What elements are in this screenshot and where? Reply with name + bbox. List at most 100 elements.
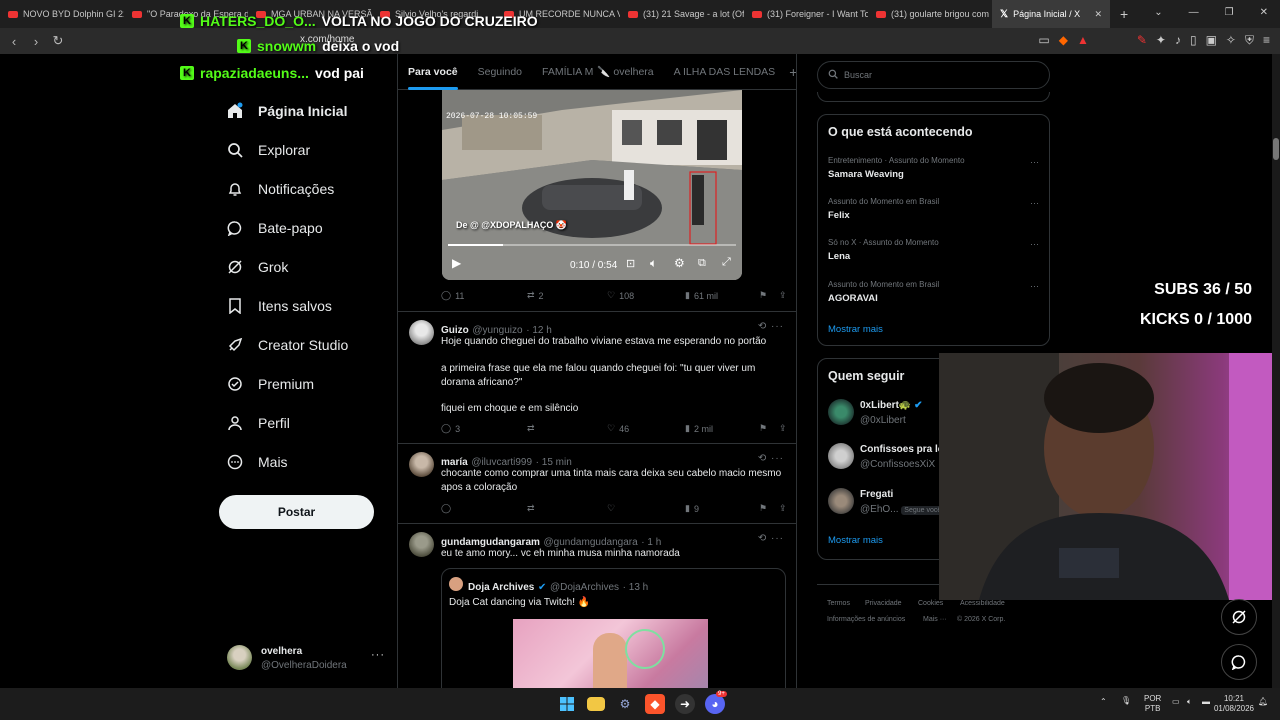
tweet-more-icon[interactable]: ⟲ ··· <box>758 321 784 332</box>
nav-item-bookmarks[interactable]: Itens salvos <box>226 297 332 315</box>
more-icon[interactable]: ··· <box>1030 281 1039 291</box>
more-icon[interactable]: ··· <box>1030 157 1039 167</box>
reply-button[interactable]: ◯ 3 <box>441 423 527 434</box>
like-button[interactable]: ♡ <box>607 503 685 514</box>
vpn-icon[interactable]: ⛨ <box>1245 33 1254 48</box>
show-more-trends-link[interactable]: Mostrar mais <box>828 324 883 335</box>
more-icon[interactable]: ··· <box>1030 198 1039 208</box>
sidebar-icon[interactable]: ▯ <box>1190 33 1197 48</box>
minimize-icon[interactable]: — <box>1189 7 1199 18</box>
bookmark-button[interactable]: ⚑ <box>759 503 779 514</box>
views-button[interactable]: ▮ 2 mil <box>685 423 759 434</box>
repost-button[interactable]: ⇄ 2 <box>527 290 607 301</box>
pip-icon[interactable]: ⧉ <box>698 257 706 270</box>
wallet-icon[interactable]: ▣ <box>1206 33 1217 48</box>
tweet-more-icon[interactable]: ⟲ ··· <box>758 533 784 544</box>
captions-icon[interactable]: ⊡ <box>626 257 635 270</box>
back-icon[interactable]: ‹ <box>3 34 25 49</box>
nav-item-home[interactable]: Página Inicial <box>226 102 347 120</box>
tweet-more-icon[interactable]: ⟲ ··· <box>758 453 784 464</box>
grok-float-icon[interactable] <box>1221 599 1257 635</box>
tab-list-ovelhera[interactable]: 🔪 ovelhera <box>593 54 663 90</box>
clock[interactable]: 10:21 01/08/2026 <box>1209 694 1259 714</box>
reload-icon[interactable]: ↻ <box>47 33 69 49</box>
tab-list-familia[interactable]: FAMÍLIA M <box>532 54 593 90</box>
file-explorer-icon[interactable] <box>587 697 605 711</box>
close-window-icon[interactable]: ✕ <box>1260 7 1268 18</box>
network-icon[interactable]: ▭ <box>1172 697 1180 707</box>
brave-browser-icon[interactable]: ◆ <box>645 694 665 714</box>
more-icon[interactable]: ··· <box>1030 239 1039 249</box>
tab-list-ilha[interactable]: A ILHA DAS LENDAS <box>664 54 786 90</box>
new-tab-icon[interactable]: + <box>1120 6 1128 22</box>
forward-icon[interactable]: › <box>25 34 47 49</box>
reply-button[interactable]: ◯ 11 <box>441 290 527 301</box>
nav-item-explore[interactable]: Explorar <box>226 141 310 159</box>
bookmark-button[interactable]: ⚑ <box>759 290 779 301</box>
footer-link[interactable]: Mais ··· <box>923 616 947 623</box>
footer-link[interactable]: Termos <box>827 600 850 607</box>
steam-icon[interactable]: ⚙ <box>615 694 635 714</box>
fullscreen-icon[interactable]: ⤢ <box>722 256 731 269</box>
add-tab-icon[interactable]: + <box>785 54 796 90</box>
nav-item-more[interactable]: Mais <box>226 453 288 471</box>
maximize-icon[interactable]: ❐ <box>1225 7 1234 18</box>
volume-icon[interactable]: 🔈︎ <box>1187 697 1192 707</box>
share-icon[interactable]: ⇪ <box>779 290 787 301</box>
brave-rewards-icon[interactable]: ▲ <box>1077 33 1089 48</box>
cast-icon[interactable]: ▭ <box>1038 33 1049 48</box>
windows-start-icon[interactable] <box>557 694 577 714</box>
search-input[interactable]: Buscar <box>817 61 1050 89</box>
video-player[interactable]: 2026-07-28 10:05:59 De @ @XDOPALHAÇO 🤡 ▶… <box>442 90 742 280</box>
footer-link[interactable]: Informações de anúncios <box>827 616 905 623</box>
browser-tab[interactable]: (31) goularte brigou com <box>868 0 992 28</box>
quoted-tweet[interactable]: Doja Archives ✔ @DojaArchives · 13 h Doj… <box>441 568 786 688</box>
settings-icon[interactable]: ⚙ <box>674 256 685 270</box>
post-button[interactable]: Postar <box>219 495 374 529</box>
page-scrollbar[interactable] <box>1272 54 1280 688</box>
app-icon[interactable]: ➜ <box>675 694 695 714</box>
account-switcher[interactable]: ovelhera @OvelheraDoidera ··· <box>227 645 387 673</box>
tab-following[interactable]: Seguindo <box>468 54 532 90</box>
share-icon[interactable]: ⇪ <box>779 423 787 434</box>
quote-media[interactable] <box>513 619 708 688</box>
browser-tab-active[interactable]: 𝕏 Página Inicial / X ✕ <box>992 0 1110 28</box>
puzzle-icon[interactable]: ✦ <box>1156 33 1166 48</box>
browser-tab[interactable]: NOVO BYD Dolphin GI 21 <box>0 0 124 28</box>
views-button[interactable]: ▮ 61 mil <box>685 290 759 301</box>
nav-item-chat[interactable]: Bate-papo <box>226 219 323 237</box>
pen-extension-icon[interactable]: ✎ <box>1137 33 1147 48</box>
bookmark-button[interactable]: ⚑ <box>759 423 779 434</box>
tray-expand-icon[interactable]: ⌃ <box>1100 697 1107 707</box>
music-icon[interactable]: ♪ <box>1175 33 1181 48</box>
repost-button[interactable]: ⇄ <box>527 423 607 434</box>
scroll-thumb[interactable] <box>1273 138 1279 160</box>
notifications-icon[interactable]: 🔔︎ <box>1258 697 1268 707</box>
reply-button[interactable]: ◯ <box>441 503 527 514</box>
like-button[interactable]: ♡ 46 <box>607 423 685 434</box>
browser-tab[interactable]: (31) Foreigner - I Want To <box>744 0 868 28</box>
nav-item-notifications[interactable]: Notificações <box>226 180 334 198</box>
footer-link[interactable]: Acessibilidade <box>960 600 1005 607</box>
tab-for-you[interactable]: Para você <box>398 54 468 90</box>
like-button[interactable]: ♡ 108 <box>607 290 685 301</box>
nav-item-creator-studio[interactable]: Creator Studio <box>226 336 348 354</box>
nav-item-grok[interactable]: Grok <box>226 258 288 276</box>
footer-link[interactable]: Privacidade <box>865 600 902 607</box>
brave-shield-icon[interactable]: ◆ <box>1059 33 1068 48</box>
language-indicator[interactable]: POR PTB <box>1144 694 1161 714</box>
play-icon[interactable]: ▶ <box>452 256 461 270</box>
show-more-follow-link[interactable]: Mostrar mais <box>828 535 883 546</box>
video-progress-track[interactable] <box>448 244 736 246</box>
nav-item-premium[interactable]: Premium <box>226 375 314 393</box>
close-tab-icon[interactable]: ✕ <box>1094 9 1102 20</box>
ai-icon[interactable]: ✧ <box>1226 33 1236 48</box>
microphone-icon[interactable]: 🎙︎ <box>1121 696 1131 706</box>
tab-list-icon[interactable]: ⌄ <box>1154 7 1162 18</box>
volume-icon[interactable]: 🔈︎ <box>650 256 657 271</box>
views-button[interactable]: ▮ 9 <box>685 503 759 514</box>
discord-icon[interactable]: ◕ <box>705 694 725 714</box>
messages-float-icon[interactable] <box>1221 644 1257 680</box>
nav-item-profile[interactable]: Perfil <box>226 414 290 432</box>
share-icon[interactable]: ⇪ <box>779 503 787 514</box>
